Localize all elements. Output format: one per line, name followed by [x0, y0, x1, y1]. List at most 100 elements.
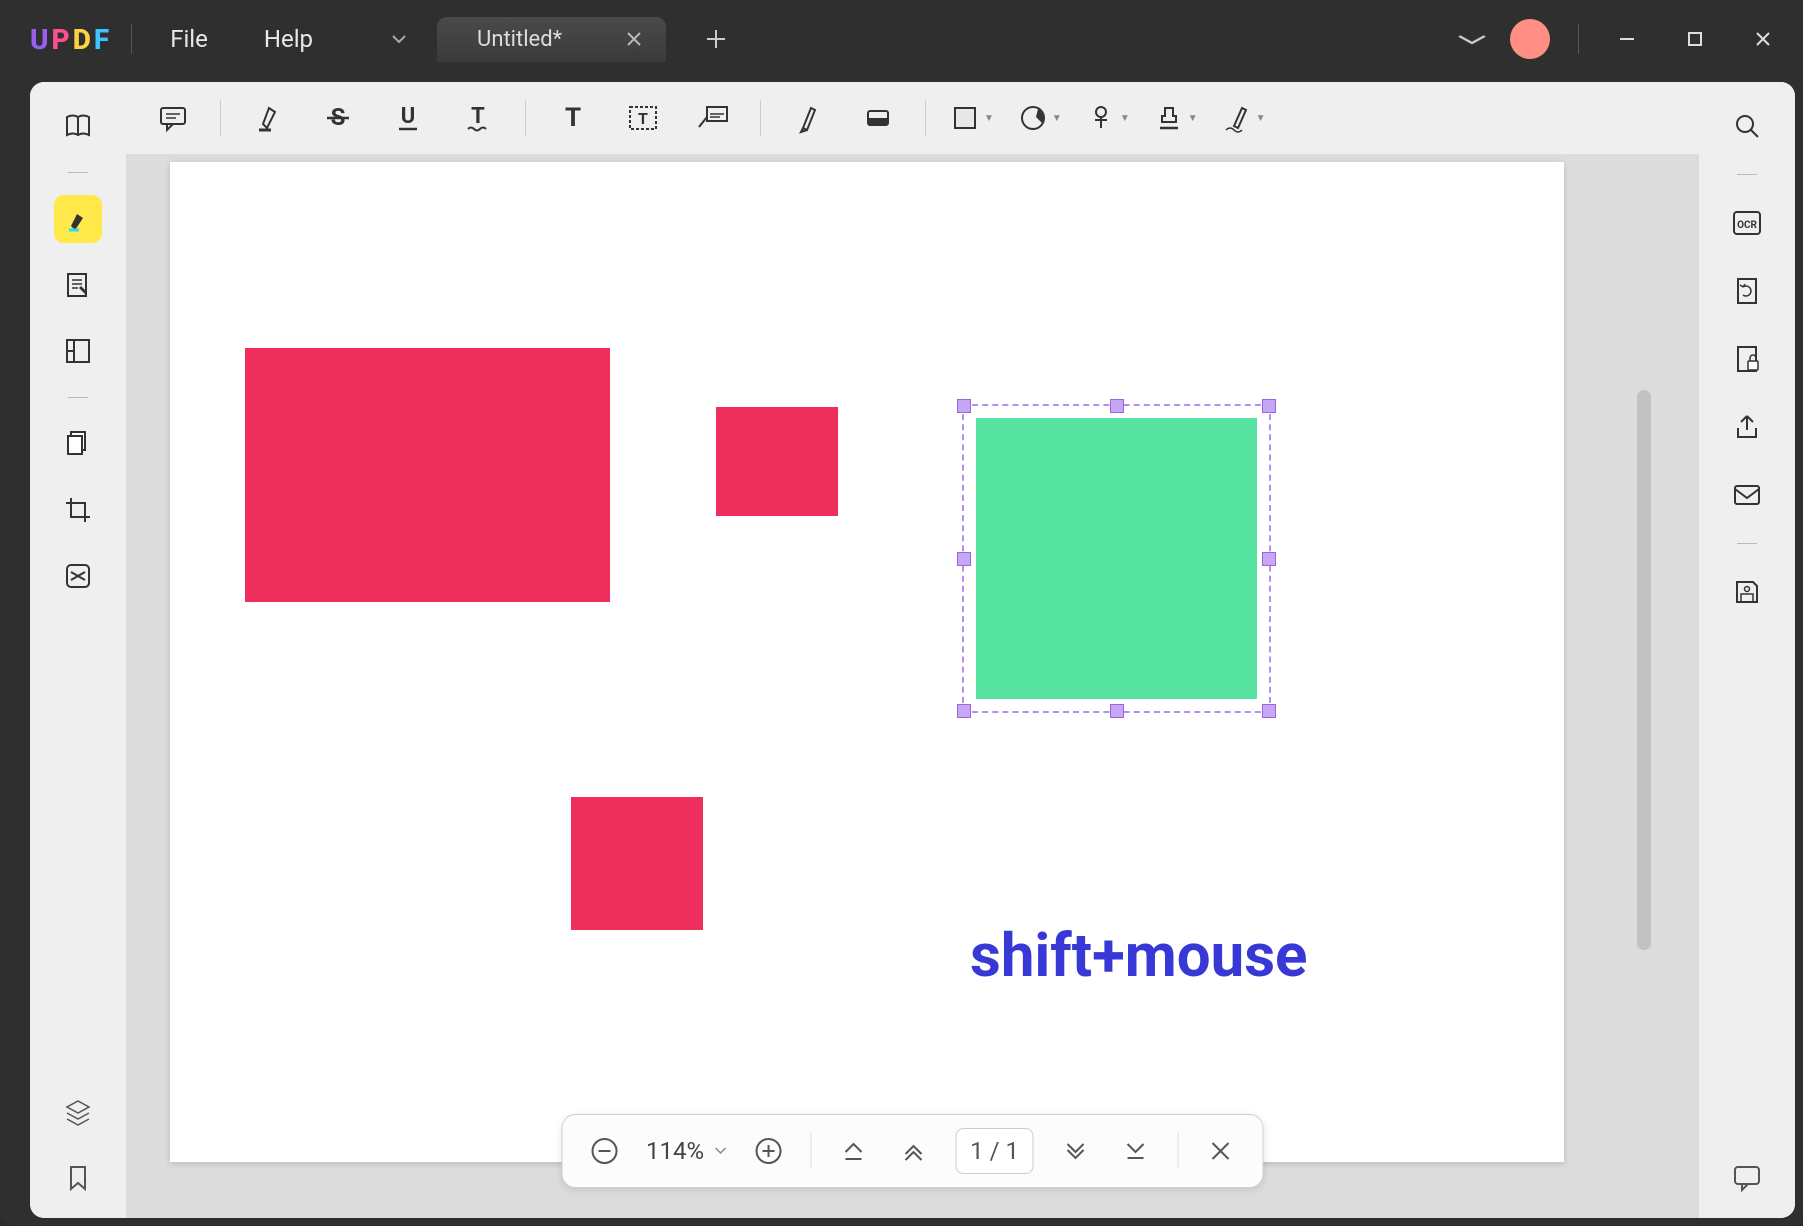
right-email[interactable] — [1723, 471, 1771, 519]
toolbar-stamp[interactable]: ▼ — [1086, 102, 1130, 134]
tab-close-button[interactable] — [622, 27, 646, 51]
right-save[interactable] — [1723, 568, 1771, 616]
shape-rectangle-pink-small[interactable] — [571, 797, 703, 930]
zoom-out-icon — [589, 1136, 619, 1166]
sidebar-layers[interactable] — [54, 1088, 102, 1136]
tab-current[interactable]: Untitled* — [437, 17, 666, 62]
chevron-down-icon — [1456, 33, 1488, 45]
sidebar-highlight-tool[interactable] — [54, 195, 102, 243]
strikethrough-icon: S — [323, 103, 353, 133]
menu-help[interactable]: Help — [246, 19, 331, 59]
tabs-dropdown[interactable] — [371, 18, 427, 60]
caret-down-icon — [392, 34, 406, 44]
right-share[interactable] — [1723, 403, 1771, 451]
page-sep: / — [990, 1137, 1000, 1165]
app-logo: UPDF — [30, 23, 111, 56]
page-total: 1 — [1005, 1137, 1019, 1165]
page-input[interactable]: 1 / 1 — [955, 1128, 1034, 1174]
divider — [68, 397, 88, 398]
titlebar-dropdown[interactable] — [1456, 33, 1488, 45]
close-button[interactable] — [1743, 19, 1783, 59]
zoom-value: 114% — [646, 1137, 704, 1165]
menu-file[interactable]: File — [152, 19, 226, 59]
shape-rectangle-pink-large[interactable] — [245, 348, 610, 602]
resize-handle-sw[interactable] — [957, 704, 971, 718]
divider — [925, 100, 926, 136]
toolbar-stamp-approved[interactable]: ▼ — [1154, 102, 1198, 134]
zoom-level[interactable]: 114% — [646, 1137, 726, 1165]
resize-handle-ne[interactable] — [1262, 399, 1276, 413]
selection-box[interactable] — [962, 404, 1271, 713]
toolbar-eraser[interactable] — [855, 95, 901, 141]
first-page-button[interactable] — [835, 1133, 871, 1169]
sidebar-bookmarks[interactable] — [54, 1154, 102, 1202]
underline-icon: U — [393, 103, 423, 133]
toolbar-shape[interactable]: ▼ — [950, 103, 994, 133]
resize-handle-se[interactable] — [1262, 704, 1276, 718]
resize-handle-nw[interactable] — [957, 399, 971, 413]
prev-page-button[interactable] — [895, 1133, 931, 1169]
sidebar-edit-tool[interactable] — [54, 261, 102, 309]
right-protect[interactable] — [1723, 335, 1771, 383]
toolbar-underline[interactable]: U — [385, 95, 431, 141]
divider — [1578, 24, 1579, 54]
toolbar-textbox[interactable]: T — [620, 95, 666, 141]
caret-down-icon: ▼ — [1256, 113, 1266, 124]
maximize-icon — [1687, 31, 1703, 47]
close-bottombar-button[interactable] — [1203, 1133, 1239, 1169]
toolbar-comment[interactable] — [150, 95, 196, 141]
divider — [68, 172, 88, 173]
caret-down-icon: ▼ — [1052, 113, 1062, 124]
sticker-icon — [1018, 103, 1048, 133]
toolbar-callout[interactable] — [690, 95, 736, 141]
sidebar-crop-tool[interactable] — [54, 486, 102, 534]
close-icon — [1754, 30, 1772, 48]
text-annotation[interactable]: shift+mouse — [970, 920, 1307, 991]
next-page-button[interactable] — [1058, 1133, 1094, 1169]
toolbar-pencil[interactable] — [785, 95, 831, 141]
zoom-in-button[interactable] — [750, 1133, 786, 1169]
documents-icon — [63, 429, 93, 459]
maximize-button[interactable] — [1675, 19, 1715, 59]
divider — [1737, 174, 1757, 175]
tab-add-button[interactable] — [696, 19, 736, 59]
right-ocr[interactable]: OCR — [1723, 199, 1771, 247]
tab-title: Untitled* — [477, 27, 562, 52]
first-page-icon — [840, 1138, 866, 1164]
right-convert[interactable] — [1723, 267, 1771, 315]
minimize-icon — [1618, 30, 1636, 48]
close-icon — [1210, 1140, 1232, 1162]
sidebar-reader-mode[interactable] — [54, 102, 102, 150]
sidebar-pages-tool[interactable] — [54, 327, 102, 375]
svg-text:T: T — [565, 103, 581, 133]
right-comments-panel[interactable] — [1723, 1154, 1771, 1202]
toolbar-sticker[interactable]: ▼ — [1018, 103, 1062, 133]
shape-rectangle-pink-medium[interactable] — [716, 407, 838, 516]
highlighter-icon — [63, 204, 93, 234]
resize-handle-s[interactable] — [1110, 704, 1124, 718]
toolbar-highlight[interactable] — [245, 95, 291, 141]
last-page-button[interactable] — [1118, 1133, 1154, 1169]
svg-text:T: T — [638, 109, 648, 128]
page-canvas[interactable]: shift+mouse — [170, 162, 1564, 1162]
toolbar-text[interactable]: T — [550, 95, 596, 141]
resize-handle-w[interactable] — [957, 552, 971, 566]
divider — [1178, 1133, 1179, 1169]
avatar[interactable] — [1510, 19, 1550, 59]
resize-handle-n[interactable] — [1110, 399, 1124, 413]
zoom-in-icon — [753, 1136, 783, 1166]
toolbar-signature[interactable]: ▼ — [1222, 102, 1266, 134]
right-search[interactable] — [1723, 102, 1771, 150]
edit-page-icon — [63, 270, 93, 300]
toolbar-strikethrough[interactable]: S — [315, 95, 361, 141]
vertical-scrollbar[interactable] — [1637, 390, 1651, 950]
toolbar-squiggly[interactable]: T — [455, 95, 501, 141]
close-icon — [626, 31, 642, 47]
zoom-out-button[interactable] — [586, 1133, 622, 1169]
last-page-icon — [1123, 1138, 1149, 1164]
sidebar-redact-tool[interactable] — [54, 552, 102, 600]
layers-icon — [64, 1098, 92, 1126]
resize-handle-e[interactable] — [1262, 552, 1276, 566]
sidebar-organize-tool[interactable] — [54, 420, 102, 468]
minimize-button[interactable] — [1607, 19, 1647, 59]
